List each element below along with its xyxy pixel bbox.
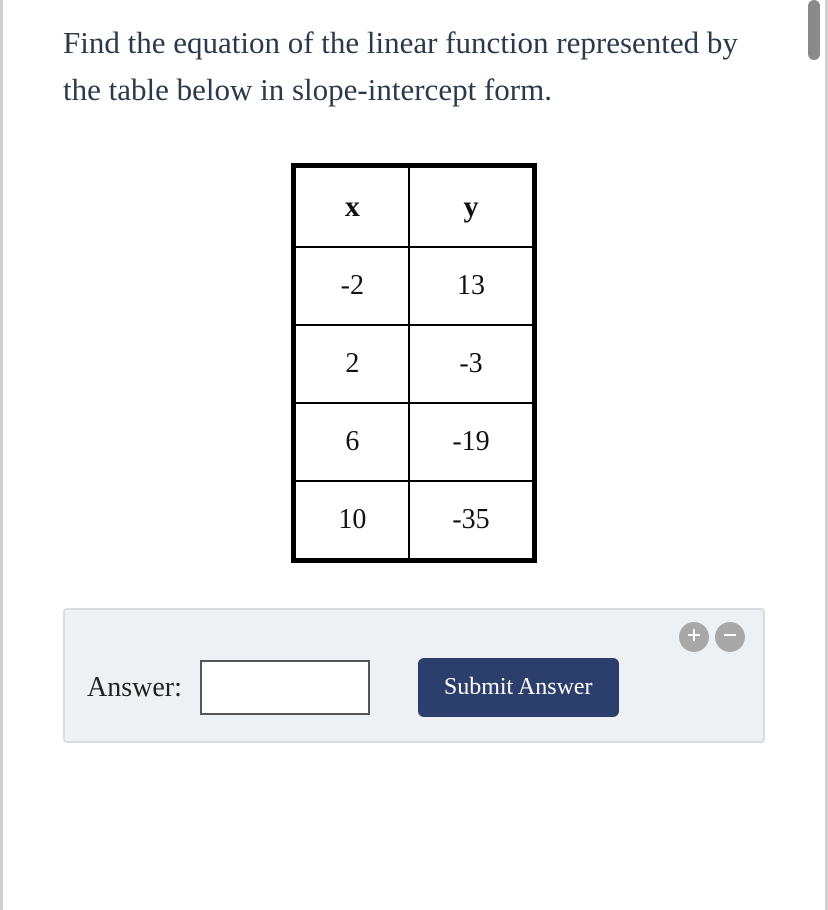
question-card: Find the equation of the linear function…: [0, 0, 828, 910]
cell-x: 2: [294, 325, 410, 403]
zoom-controls: [679, 622, 745, 652]
cell-x: 6: [294, 403, 410, 481]
cell-y: -3: [409, 325, 534, 403]
cell-y: -35: [409, 481, 534, 561]
plus-icon: [686, 627, 702, 648]
cell-y: 13: [409, 247, 534, 325]
zoom-out-button[interactable]: [715, 622, 745, 652]
table-row: 6 -19: [294, 403, 534, 481]
xy-table: x y -2 13 2 -3 6 -19 10 -35: [291, 163, 536, 563]
table-header-y: y: [409, 166, 534, 248]
answer-input[interactable]: [200, 660, 370, 715]
question-prompt: Find the equation of the linear function…: [63, 20, 765, 113]
table-header-row: x y: [294, 166, 534, 248]
submit-button[interactable]: Submit Answer: [418, 658, 619, 717]
scrollbar-thumb[interactable]: [808, 0, 820, 60]
cell-x: 10: [294, 481, 410, 561]
table-row: 10 -35: [294, 481, 534, 561]
zoom-in-button[interactable]: [679, 622, 709, 652]
table-row: -2 13: [294, 247, 534, 325]
answer-label: Answer:: [87, 672, 182, 704]
answer-area: Answer: Submit Answer: [63, 608, 765, 743]
minus-icon: [722, 627, 738, 648]
cell-y: -19: [409, 403, 534, 481]
cell-x: -2: [294, 247, 410, 325]
answer-row: Answer: Submit Answer: [87, 658, 741, 717]
table-header-x: x: [294, 166, 410, 248]
table-row: 2 -3: [294, 325, 534, 403]
